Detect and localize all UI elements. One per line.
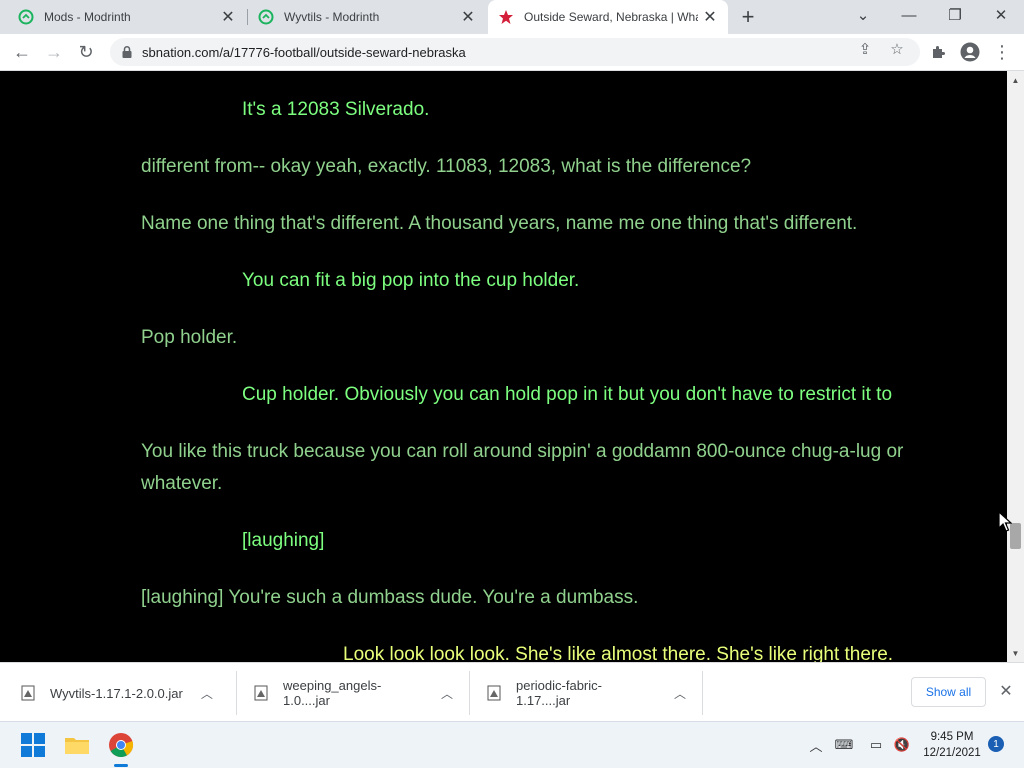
chevron-up-icon[interactable]: ︿ [806,735,826,755]
download-shelf: Wyvtils-1.17.1-2.0.0.jar ︿ weeping_angel… [0,662,1024,721]
clock[interactable]: 9:45 PM 12/21/2021 [918,729,986,761]
download-filename: periodic-fabric-1.17....jar [516,678,602,708]
forward-button[interactable]: → [40,38,68,66]
windows-start-icon[interactable] [20,732,46,758]
star-icon [499,10,513,24]
tab-mods-modrinth[interactable]: Mods - Modrinth ✕ [0,0,246,34]
jar-file-icon [254,685,268,701]
tab-close-icon[interactable]: ✕ [456,5,480,29]
browser-toolbar: ← → ↻ sbnation.com/a/17776-football/outs… [0,34,1024,71]
transcript-line: different from-- okay yeah, exactly. 110… [141,156,752,177]
file-explorer-icon[interactable] [64,732,90,758]
browser-window: Mods - Modrinth ✕ Wyvtils - Modrinth ✕ O… [0,0,1024,768]
scroll-down-arrow-icon[interactable]: ▼ [1007,646,1024,660]
tab-wyvtils-modrinth[interactable]: Wyvtils - Modrinth ✕ [240,0,486,34]
transcript-line: whatever. [141,473,223,494]
download-filename: weeping_angels-1.0....jar [283,678,382,708]
url-text[interactable]: sbnation.com/a/17776-football/outside-se… [142,45,466,60]
tab-title: Wyvtils - Modrinth [284,10,380,24]
new-tab-button[interactable]: + [734,4,762,30]
transcript-line: Cup holder. Obviously you can hold pop i… [242,384,893,405]
keyboard-icon[interactable]: ⌨ [834,735,854,755]
modrinth-icon [258,9,274,25]
transcript-line: [laughing] You're such a dumbass dude. Y… [141,587,639,608]
transcript-line: Name one thing that's different. A thous… [141,213,858,234]
close-shelf-icon[interactable]: ✕ [996,681,1016,701]
share-icon[interactable]: ⇪ [856,40,874,58]
show-all-button[interactable]: Show all [911,677,986,707]
notification-badge[interactable]: 1 [988,736,1004,752]
speaker-muted-icon[interactable]: 🔇 [892,735,912,755]
download-divider [469,671,470,715]
transcript-line: Pop holder. [141,327,238,348]
tab-close-icon[interactable]: ✕ [698,5,722,29]
transcript-line: You can fit a big pop into the cup holde… [242,270,580,291]
menu-kebab-icon[interactable]: ⋮ [988,38,1016,66]
active-app-indicator [114,764,128,767]
display-icon[interactable]: ▭ [866,735,886,755]
jar-file-icon [21,685,35,701]
transcript-line: [laughing] [242,530,325,551]
download-item[interactable]: periodic-fabric-1.17....jar ︿ [486,671,686,715]
lock-icon [122,45,132,58]
address-bar[interactable]: sbnation.com/a/17776-football/outside-se… [110,38,920,66]
download-divider [236,671,237,715]
profile-avatar[interactable] [956,38,984,66]
jar-file-icon [487,685,501,701]
chevron-up-icon[interactable]: ︿ [201,685,213,702]
chrome-icon[interactable] [108,732,134,758]
download-item[interactable]: weeping_angels-1.0....jar ︿ [253,671,453,715]
bookmark-star-icon[interactable]: ☆ [888,40,906,58]
tab-search-chevron-icon[interactable]: ⌄ [840,0,886,30]
transcript-line: It's a 12083 Silverado. [242,99,430,120]
tab-close-icon[interactable]: ✕ [216,5,240,29]
download-divider [702,671,703,715]
chevron-up-icon[interactable]: ︿ [674,685,686,702]
transcript-line: You like this truck because you can roll… [141,441,904,462]
chevron-up-icon[interactable]: ︿ [441,685,453,702]
windows-taskbar: ︿ ⌨ ▭ 🔇 9:45 PM 12/21/2021 1 [0,721,1024,768]
article-content: It's a 12083 Silverado. different from--… [0,71,1007,662]
clock-time: 9:45 PM [930,731,974,743]
close-window-button[interactable]: ✕ [978,0,1024,30]
tab-strip: Mods - Modrinth ✕ Wyvtils - Modrinth ✕ O… [0,0,1024,34]
tab-title: Mods - Modrinth [44,10,131,24]
maximize-button[interactable]: ❐ [932,0,978,30]
tab-title: Outside Seward, Nebraska | Wha [524,10,698,24]
page-scrollbar[interactable]: ▲ ▼ [1007,71,1024,662]
back-button[interactable]: ← [8,38,36,66]
mouse-cursor-icon [998,511,1012,532]
download-filename: Wyvtils-1.17.1-2.0.0.jar [50,685,183,701]
clock-date: 12/21/2021 [923,747,981,759]
tab-outside-seward[interactable]: Outside Seward, Nebraska | Wha ✕ [488,0,728,34]
reload-button[interactable]: ↻ [72,38,100,66]
download-item[interactable]: Wyvtils-1.17.1-2.0.0.jar ︿ [20,671,220,715]
transcript-line: Look look look look. She's like almost t… [343,644,894,662]
extensions-puzzle-icon[interactable] [924,38,952,66]
scroll-up-arrow-icon[interactable]: ▲ [1007,73,1024,87]
minimize-button[interactable]: — [886,0,932,30]
modrinth-icon [18,9,34,25]
